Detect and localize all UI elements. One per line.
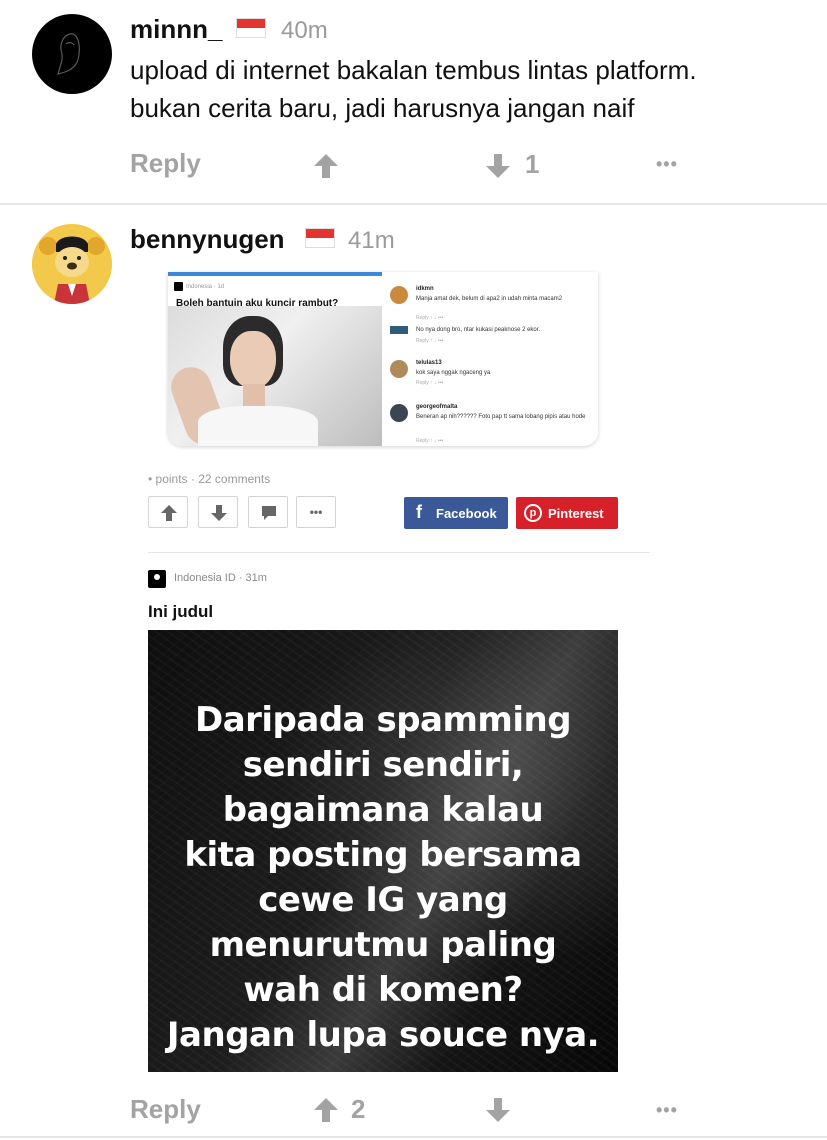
post-source-text: Indonesia ID · 31m bbox=[174, 572, 267, 584]
mini-comment-actions: Reply ↑ ↓ ••• bbox=[416, 315, 444, 321]
mini-comment-body: Beneran ap nih?????? Foto pap tt sama lo… bbox=[416, 414, 586, 420]
username[interactable]: minnn_ bbox=[130, 14, 222, 45]
pinterest-icon: p bbox=[524, 504, 542, 522]
meme-line: bagaimana kalau bbox=[222, 790, 544, 830]
cartoon-face-icon bbox=[32, 224, 112, 304]
comment-button[interactable] bbox=[248, 496, 288, 528]
facebook-share-button[interactable]: f Facebook bbox=[404, 497, 508, 529]
post-meta: • points · 22 comments bbox=[148, 472, 271, 486]
comment-actions: Reply 1 ••• bbox=[0, 146, 827, 186]
more-options-button[interactable]: ••• bbox=[656, 1100, 678, 1121]
reply-button[interactable]: Reply bbox=[130, 148, 201, 179]
facebook-icon: f bbox=[416, 502, 422, 522]
mini-comment-body: Manja amat dek, belum di apa2 in udah mi… bbox=[416, 296, 563, 302]
meme-line: kita posting bersama bbox=[184, 835, 582, 875]
mini-comment-actions: Reply ↑ ↓ ••• bbox=[416, 338, 444, 344]
upvote-icon[interactable] bbox=[312, 152, 340, 180]
avatar bbox=[390, 326, 408, 334]
mini-comment-name: idkmn bbox=[416, 286, 434, 292]
indonesia-flag-icon bbox=[236, 18, 266, 38]
accent-bar bbox=[168, 272, 382, 276]
post-title: Ini judul bbox=[148, 602, 214, 621]
mini-post-photo bbox=[168, 306, 382, 446]
divider bbox=[148, 552, 650, 553]
mini-comment-body: kok saya nggak ngaceng ya bbox=[416, 370, 491, 376]
timestamp: 40m bbox=[281, 17, 328, 44]
more-options-button[interactable]: ••• bbox=[296, 496, 336, 528]
downvote-icon[interactable] bbox=[484, 1096, 512, 1124]
meme-line: Daripada spamming bbox=[194, 700, 572, 740]
meme-line: menurutmu paling bbox=[209, 925, 557, 965]
pinterest-label: Pinterest bbox=[548, 506, 604, 521]
reply-button[interactable]: Reply bbox=[130, 1094, 201, 1125]
meme-line: wah di komen? bbox=[243, 970, 523, 1010]
arrow-up-icon bbox=[161, 505, 177, 521]
more-label: ••• bbox=[309, 505, 323, 519]
meme-line: Jangan lupa souce nya. bbox=[166, 1015, 600, 1055]
username[interactable]: bennynugen bbox=[130, 224, 285, 255]
comment-minnn: minnn_ 40m upload di internet bakalan te… bbox=[0, 0, 827, 205]
mini-comment-actions: Reply ↑ ↓ ••• bbox=[416, 438, 444, 444]
upvote-count: 2 bbox=[351, 1094, 366, 1124]
timestamp: 41m bbox=[348, 227, 395, 254]
speech-bubble-icon bbox=[262, 506, 276, 520]
mini-comment-body: No nya dong bro, ntar kukasi peaknose 2 … bbox=[416, 327, 541, 333]
comment-text-line: upload di internet bakalan tembus lintas… bbox=[130, 55, 697, 85]
indonesia-flag-icon bbox=[305, 228, 335, 248]
arrow-down-icon bbox=[211, 505, 227, 521]
mini-comment-name: georgeofmalta bbox=[416, 404, 458, 410]
meme-text: Daripada spamming sendiri sendiri, bagai… bbox=[148, 698, 618, 1058]
mini-screenshot-card: Indonesia · 1d Boleh bantuin aku kuncir … bbox=[168, 272, 598, 446]
avatar bbox=[390, 360, 408, 378]
upvote-button[interactable] bbox=[148, 496, 188, 528]
comment-actions: Reply 2 ••• bbox=[0, 1092, 827, 1132]
meme-line: sendiri sendiri, bbox=[242, 745, 524, 785]
avatar bbox=[390, 404, 408, 422]
mini-post-source: Indonesia · 1d bbox=[186, 284, 225, 290]
downvote-count: 1 bbox=[525, 149, 540, 179]
location-pin-icon bbox=[174, 282, 183, 291]
post-image[interactable]: Daripada spamming sendiri sendiri, bagai… bbox=[148, 630, 618, 1072]
avatar[interactable] bbox=[32, 14, 112, 94]
facebook-label: Facebook bbox=[436, 506, 497, 521]
pinterest-share-button[interactable]: p Pinterest bbox=[516, 497, 618, 529]
mini-comment-actions: Reply ↑ ↓ ••• bbox=[416, 380, 444, 386]
more-options-button[interactable]: ••• bbox=[656, 154, 678, 175]
silhouette-icon bbox=[57, 33, 80, 75]
location-pin-icon bbox=[148, 570, 166, 588]
meme-line: cewe IG yang bbox=[258, 880, 508, 920]
comment-text-line: bukan cerita baru, jadi harusnya jangan … bbox=[130, 93, 635, 123]
mini-comment-name: telulas13 bbox=[416, 360, 442, 366]
downvote-button[interactable] bbox=[198, 496, 238, 528]
divider bbox=[0, 1136, 827, 1138]
avatar bbox=[390, 286, 408, 304]
downvote-icon[interactable] bbox=[484, 152, 512, 180]
upvote-icon[interactable] bbox=[312, 1096, 340, 1124]
avatar[interactable] bbox=[32, 224, 112, 304]
